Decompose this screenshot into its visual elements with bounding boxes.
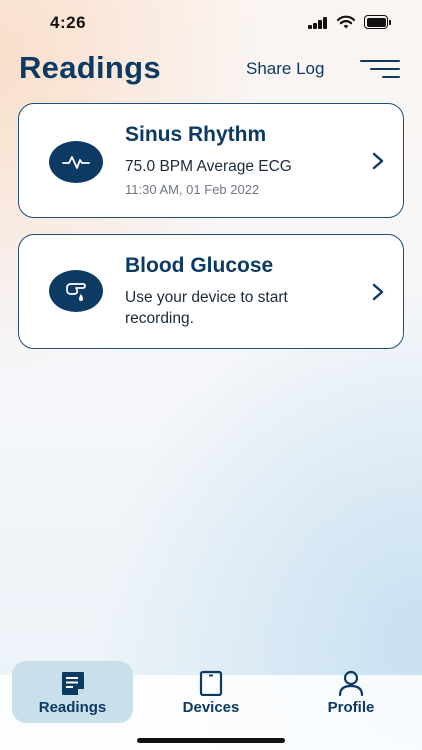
ecg-icon-badge (49, 141, 103, 183)
home-indicator[interactable] (137, 738, 285, 743)
battery-icon (364, 15, 392, 29)
status-bar: 4:26 (0, 0, 422, 44)
finger-drop-icon (66, 283, 86, 301)
wifi-icon (336, 15, 356, 29)
filter-button[interactable] (358, 56, 402, 82)
card-timestamp: 11:30 AM, 01 Feb 2022 (125, 182, 260, 197)
tab-readings[interactable]: Readings (12, 661, 133, 723)
card-subtitle: 75.0 BPM Average ECG (125, 158, 292, 175)
page-title: Readings (19, 50, 161, 85)
tab-devices[interactable]: Devices (166, 661, 256, 723)
blood-glucose-card[interactable]: Blood Glucose Use your device to start r… (18, 234, 404, 349)
share-log-button[interactable]: Share Log (246, 59, 324, 79)
card-subtitle: Use your device to start recording. (125, 289, 288, 327)
tab-profile[interactable]: Profile (306, 661, 396, 723)
tab-label: Devices (182, 699, 240, 716)
tab-label: Profile (327, 699, 375, 716)
ecg-reading-card[interactable]: Sinus Rhythm 75.0 BPM Average ECG 11:30 … (18, 103, 404, 218)
readings-icon (61, 672, 84, 695)
card-title: Sinus Rhythm (125, 123, 267, 146)
ecg-wave-icon (62, 156, 90, 169)
tab-label: Readings (38, 699, 107, 716)
filter-icon (360, 60, 400, 62)
signal-icon (308, 17, 328, 29)
chevron-right-icon (372, 152, 384, 170)
device-icon (199, 670, 223, 696)
card-title: Blood Glucose (125, 254, 274, 277)
glucose-icon-badge (49, 270, 103, 312)
chevron-right-icon (372, 283, 384, 301)
status-time: 4:26 (50, 13, 87, 32)
profile-icon (338, 670, 364, 696)
